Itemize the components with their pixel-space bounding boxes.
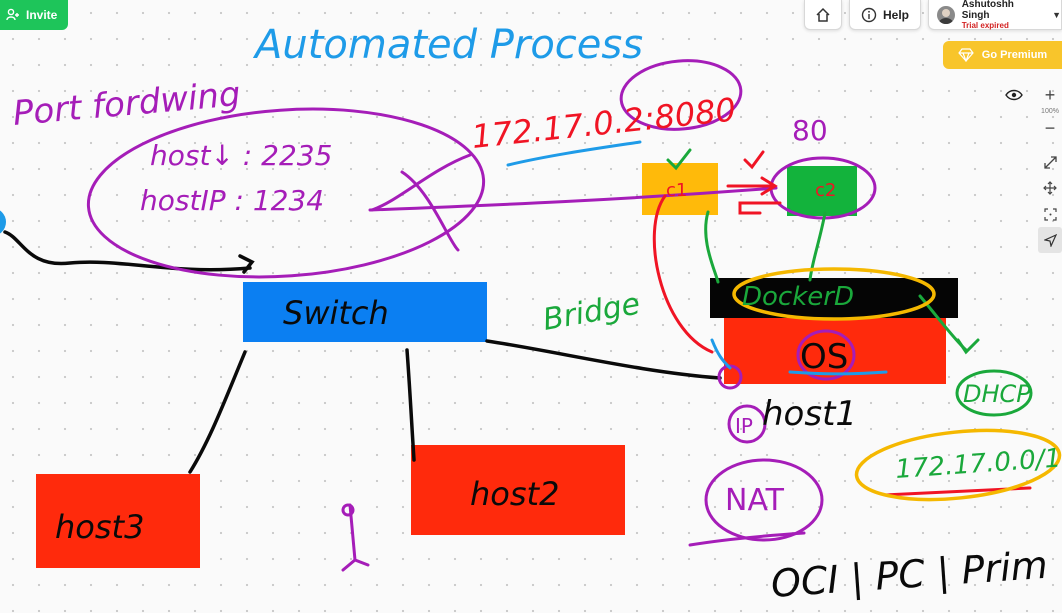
eye-icon [1005,89,1023,101]
stick-figure-head [341,503,355,517]
go-premium-button[interactable]: Go Premium [943,41,1062,69]
docker-label: DockerD [742,282,854,312]
add-user-icon [6,8,19,21]
zoom-out-button[interactable]: − [1038,115,1062,141]
help-label: Help [882,7,909,22]
host-port-line1: host↓ : 2235 [150,139,332,172]
whiteboard-canvas[interactable]: Automated Process Port fordwing host↓ : … [0,0,1062,613]
bridge-label: Bridge [540,286,642,337]
pan-button[interactable] [1038,175,1062,201]
user-menu[interactable]: Ashutoshh Singh Trial expired ▼ [928,0,1062,30]
host-port-line2: hostIP : 1234 [140,184,324,217]
chevron-down-icon: ▼ [1052,9,1061,20]
host2-label: host2 [470,475,559,513]
c2-label: c2 [815,180,836,201]
trial-status: Trial expired [961,20,1009,30]
green-c1-docker [704,210,720,284]
expand-icon [1043,155,1057,169]
fit-to-screen-button[interactable] [1038,201,1062,227]
zoom-level: 100% [1041,108,1059,115]
premium-label: Go Premium [981,49,1048,61]
home-button[interactable] [804,0,842,30]
host1-label: host1 [762,394,857,434]
zoom-toolbar: + 100% − [1038,82,1062,253]
zoom-in-button[interactable]: + [1038,82,1062,108]
visibility-toggle[interactable] [999,82,1029,108]
dhcp-label: DHCP [963,380,1031,408]
host3-label: host3 [55,508,144,546]
ip-label: IP [735,414,753,438]
connector-switch-host3 [188,350,247,474]
switch-label: Switch [283,294,389,332]
green-arrowhead [956,338,980,355]
port-forwarding-text: Port fordwing [11,74,242,134]
red-curve-c1-os [652,194,714,354]
connector-switch-host2 [405,348,416,462]
fullscreen-button[interactable] [1038,149,1062,175]
invite-button[interactable]: Invite [0,0,68,30]
cross-line-1 [370,153,472,212]
bottom-text: OCI | PC | Prim [770,543,1050,607]
fit-screen-icon [1043,207,1057,221]
user-name: Ashutoshh Singh [961,0,1014,21]
pointer-button[interactable] [1038,227,1062,253]
cross-line-2 [400,170,460,252]
connector-switch-host1 [485,339,722,380]
diamond-icon [958,48,974,62]
user-info: Ashutoshh Singh Trial expired [962,0,1043,31]
avatar [937,5,955,24]
move-icon [1043,181,1057,195]
nat-underline [688,531,806,547]
arrow-c2-c1 [738,201,782,215]
title-text: Automated Process [252,22,643,68]
info-icon [861,7,877,22]
invite-label: Invite [26,8,58,22]
nat-label: NAT [725,483,785,518]
navigation-arrow-icon [1043,233,1057,247]
red-check [743,150,765,170]
port-80-text: 80 [792,114,828,147]
os-label: OS [800,337,848,377]
home-icon [816,7,830,22]
connector-lines [3,230,722,474]
c1-label: c1 [666,180,687,201]
help-button[interactable]: Help [849,0,921,30]
